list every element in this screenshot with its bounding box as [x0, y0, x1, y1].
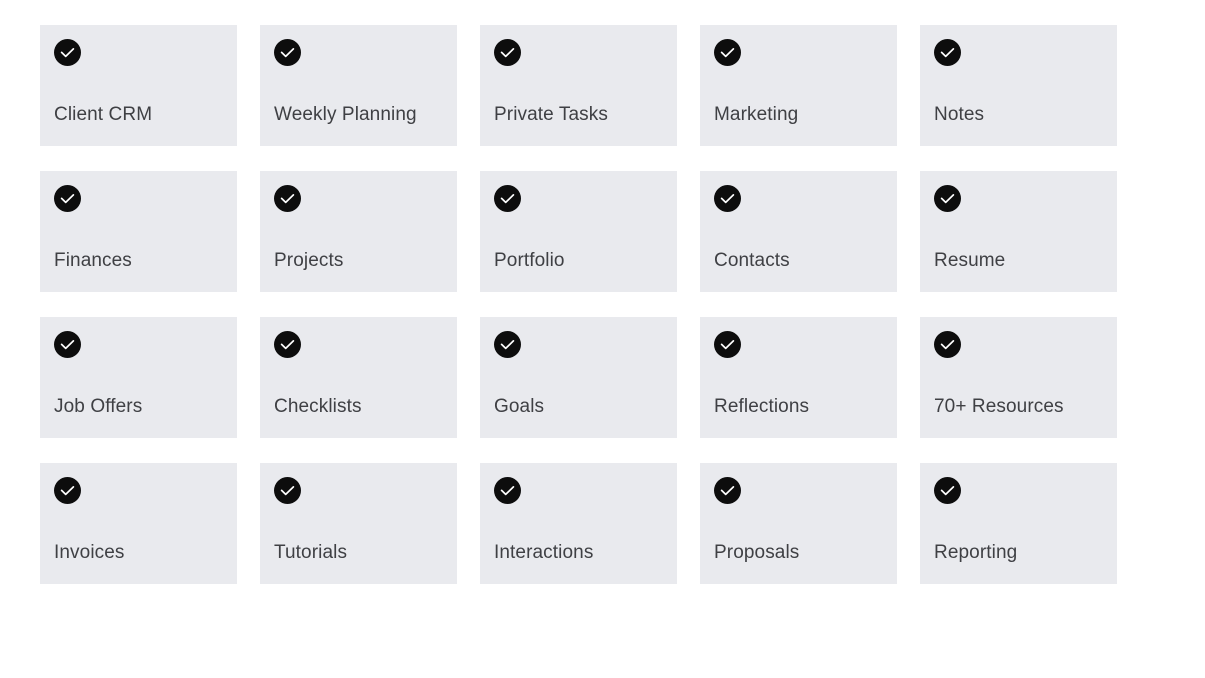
check-circle-icon	[714, 477, 741, 504]
feature-card[interactable]: Interactions	[480, 463, 677, 584]
feature-card[interactable]: Notes	[920, 25, 1117, 146]
feature-card-label: Client CRM	[54, 104, 153, 126]
feature-card[interactable]: Job Offers	[40, 317, 237, 438]
check-circle-icon	[274, 477, 301, 504]
feature-card-label: Private Tasks	[494, 104, 608, 126]
feature-card[interactable]: Projects	[260, 171, 457, 292]
check-circle-icon	[494, 477, 521, 504]
feature-card[interactable]: Client CRM	[40, 25, 237, 146]
feature-card[interactable]: Reflections	[700, 317, 897, 438]
check-circle-icon	[934, 185, 961, 212]
check-circle-icon	[934, 477, 961, 504]
check-circle-icon	[54, 39, 81, 66]
feature-card[interactable]: Marketing	[700, 25, 897, 146]
check-circle-icon	[714, 185, 741, 212]
feature-card[interactable]: Invoices	[40, 463, 237, 584]
feature-card-grid: Client CRM Weekly Planning Private Tasks…	[40, 25, 1117, 584]
feature-card[interactable]: Resume	[920, 171, 1117, 292]
check-circle-icon	[274, 331, 301, 358]
check-circle-icon	[494, 331, 521, 358]
feature-card[interactable]: Checklists	[260, 317, 457, 438]
feature-card-label: Goals	[494, 396, 545, 418]
feature-card-label: Weekly Planning	[274, 104, 417, 126]
feature-card[interactable]: Goals	[480, 317, 677, 438]
check-circle-icon	[54, 331, 81, 358]
feature-card-label: Marketing	[714, 104, 799, 126]
check-circle-icon	[494, 185, 521, 212]
feature-card[interactable]: Weekly Planning	[260, 25, 457, 146]
feature-card-label: Notes	[934, 104, 985, 126]
check-circle-icon	[54, 477, 81, 504]
check-circle-icon	[274, 185, 301, 212]
template-feature-grid: Client CRM Weekly Planning Private Tasks…	[0, 0, 1205, 678]
feature-card[interactable]: 70+ Resources	[920, 317, 1117, 438]
check-circle-icon	[714, 331, 741, 358]
feature-card-label: Reporting	[934, 542, 1018, 564]
feature-card-label: Projects	[274, 250, 344, 272]
check-circle-icon	[714, 39, 741, 66]
feature-card-label: Resume	[934, 250, 1006, 272]
feature-card[interactable]: Finances	[40, 171, 237, 292]
feature-card-label: Tutorials	[274, 542, 348, 564]
feature-card-label: Invoices	[54, 542, 125, 564]
feature-card[interactable]: Proposals	[700, 463, 897, 584]
check-circle-icon	[494, 39, 521, 66]
check-circle-icon	[274, 39, 301, 66]
feature-card-label: Interactions	[494, 542, 594, 564]
feature-card[interactable]: Private Tasks	[480, 25, 677, 146]
feature-card[interactable]: Reporting	[920, 463, 1117, 584]
feature-card-label: 70+ Resources	[934, 396, 1064, 418]
feature-card-label: Checklists	[274, 396, 362, 418]
feature-card-label: Finances	[54, 250, 132, 272]
feature-card-label: Proposals	[714, 542, 800, 564]
feature-card[interactable]: Contacts	[700, 171, 897, 292]
check-circle-icon	[934, 39, 961, 66]
check-circle-icon	[934, 331, 961, 358]
feature-card-label: Job Offers	[54, 396, 143, 418]
feature-card-label: Reflections	[714, 396, 810, 418]
feature-card[interactable]: Portfolio	[480, 171, 677, 292]
feature-card-label: Portfolio	[494, 250, 565, 272]
feature-card-label: Contacts	[714, 250, 790, 272]
feature-card[interactable]: Tutorials	[260, 463, 457, 584]
check-circle-icon	[54, 185, 81, 212]
